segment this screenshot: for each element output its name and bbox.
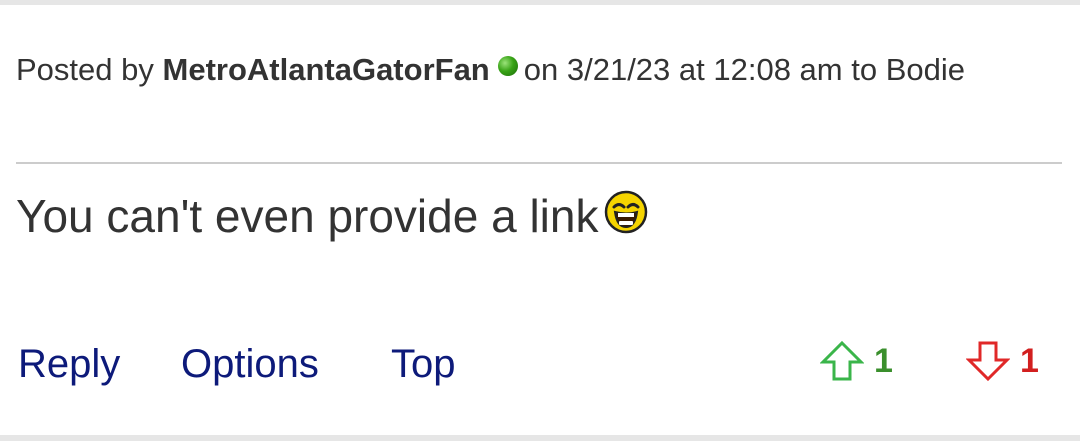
options-link[interactable]: Options <box>181 340 319 388</box>
online-status-icon <box>497 56 518 76</box>
author-name[interactable]: MetroAtlantaGatorFan <box>163 52 490 87</box>
arrow-down-icon <box>966 341 1010 382</box>
header-divider <box>16 162 1062 164</box>
downvote-button[interactable]: 1 <box>966 338 1039 384</box>
laughing-face-icon <box>604 189 648 247</box>
downvote-count: 1 <box>1020 341 1039 380</box>
timestamp-prefix: on <box>523 52 559 87</box>
forum-post: Posted by MetroAtlantaGatorFan on 3/21/23… <box>0 0 1080 441</box>
to-label: to <box>851 52 878 87</box>
post-timestamp: 3/21/23 at 12:08 am <box>566 52 843 87</box>
upvote-button[interactable]: 1 <box>820 338 893 384</box>
top-divider <box>0 0 1080 5</box>
recipient-name[interactable]: Bodie <box>886 52 965 87</box>
post-body: You can't even provide a link <box>16 187 648 247</box>
top-link[interactable]: Top <box>391 340 456 388</box>
reply-link[interactable]: Reply <box>18 340 120 388</box>
posted-by-label: Posted by <box>16 52 154 87</box>
post-body-text: You can't even provide a link <box>16 190 599 242</box>
upvote-count: 1 <box>874 341 893 380</box>
arrow-up-icon <box>820 340 864 381</box>
post-header: Posted by MetroAtlantaGatorFan on 3/21/23… <box>16 43 1056 96</box>
bottom-divider <box>0 435 1080 441</box>
